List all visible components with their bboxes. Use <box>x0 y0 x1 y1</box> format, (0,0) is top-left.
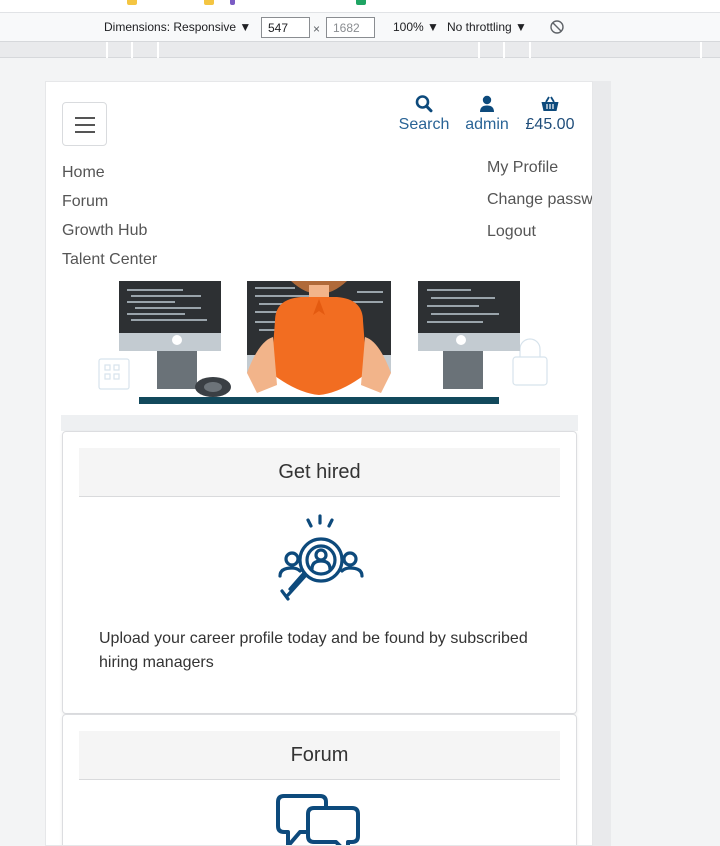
search-icon <box>415 95 433 113</box>
basket-total: £45.00 <box>525 116 575 133</box>
account-label: admin <box>465 116 509 133</box>
throttling-dropdown[interactable]: No throttling ▼ <box>447 20 527 34</box>
rotate-disabled-icon[interactable] <box>549 19 565 35</box>
viewport-scrollbar-track <box>593 81 611 846</box>
get-hired-description: Upload your career profile today and be … <box>99 630 528 671</box>
height-input[interactable]: 1682 <box>326 17 375 38</box>
hero-underlay <box>61 415 578 431</box>
bookmark-folder-icon[interactable] <box>204 0 214 5</box>
header-account[interactable]: admin <box>463 94 511 134</box>
bookmark-icon[interactable] <box>230 0 235 5</box>
bookmark-sheets-icon[interactable] <box>356 0 366 5</box>
bookmarks-bar <box>0 0 720 13</box>
dimension-separator: × <box>313 22 321 36</box>
bookmark-folder-icon[interactable] <box>127 0 137 5</box>
get-hired-title: Get hired <box>79 448 560 497</box>
nav-change-password[interactable]: Change password <box>487 190 592 222</box>
nav-my-profile[interactable]: My Profile <box>487 158 592 190</box>
emulated-page: Search admin £45.00 Home Forum Growth Hu… <box>45 81 593 846</box>
nav-logout[interactable]: Logout <box>487 222 592 254</box>
width-input[interactable]: 547 <box>261 17 310 38</box>
nav-growth-hub[interactable]: Growth Hub <box>62 220 157 249</box>
zoom-dropdown[interactable]: 100% ▼ <box>393 20 439 34</box>
forum-card[interactable]: Forum <box>62 714 577 845</box>
nav-home[interactable]: Home <box>62 162 157 191</box>
main-nav: Home Forum Growth Hub Talent Center <box>62 162 157 278</box>
forum-title: Forum <box>79 731 560 780</box>
dimensions-dropdown[interactable]: Dimensions: Responsive ▼ <box>104 20 251 34</box>
nav-forum[interactable]: Forum <box>62 191 157 220</box>
chat-bubbles-icon <box>275 794 360 845</box>
get-hired-card[interactable]: Get hired Upload your career profile tod… <box>62 431 577 714</box>
dimensions-label: Dimensions: Responsive <box>104 20 237 34</box>
header-search[interactable]: Search <box>398 94 450 134</box>
media-query-ruler[interactable] <box>0 42 720 58</box>
account-nav: My Profile Change password Logout <box>487 158 592 254</box>
throttling-label: No throttling <box>447 20 512 34</box>
devtools-device-toolbar: Dimensions: Responsive ▼ 547 × 1682 100%… <box>0 13 720 42</box>
nav-talent-center[interactable]: Talent Center <box>62 249 157 278</box>
zoom-label: 100% <box>393 20 424 34</box>
developer-illustration <box>98 281 548 404</box>
search-people-icon <box>277 514 364 601</box>
menu-toggle-button[interactable] <box>62 102 107 146</box>
user-icon <box>480 95 494 112</box>
search-label: Search <box>398 116 450 133</box>
header-basket[interactable]: £45.00 <box>522 94 578 134</box>
basket-icon <box>541 96 559 111</box>
hero-illustration <box>61 281 578 415</box>
